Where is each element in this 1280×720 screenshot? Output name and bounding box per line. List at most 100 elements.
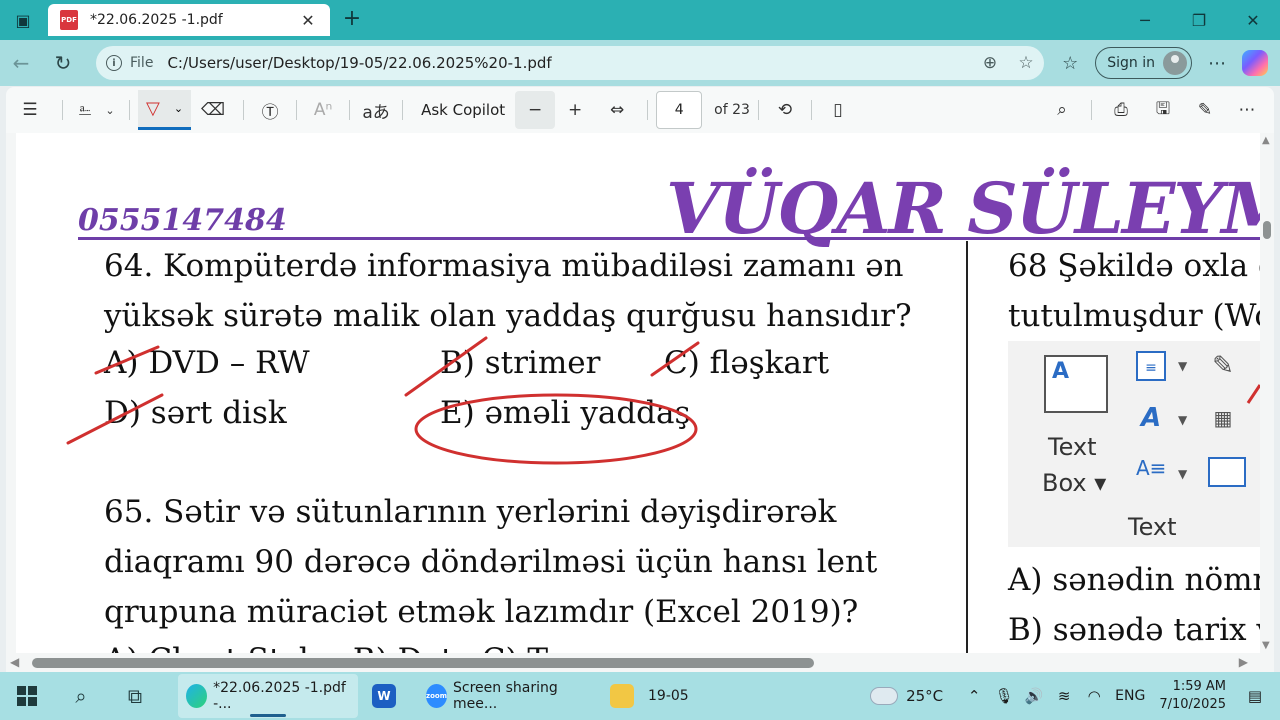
clock-date: 7/10/2025: [1159, 697, 1226, 712]
taskbar-app-zoom[interactable]: zoom Screen sharing mee...: [418, 674, 594, 718]
tab-close-icon[interactable]: ✕: [298, 11, 318, 30]
divider: [757, 100, 759, 120]
new-tab-icon[interactable]: +: [338, 6, 366, 34]
divider: [62, 100, 63, 120]
date-time-icon: ▦: [1213, 406, 1233, 430]
tab-title: *22.06.2025 -1.pdf: [90, 12, 223, 28]
url-field[interactable]: i File C:/Users/user/Desktop/19-05/22.06…: [96, 46, 1044, 80]
pdf-icon: PDF: [60, 10, 78, 30]
page-number-input[interactable]: 4: [656, 91, 703, 129]
pdf-page: VÜQAR SÜLEYM 0555147484 64. Kompüterdə i…: [16, 133, 1260, 653]
speaker-icon[interactable]: 🔊: [1019, 687, 1049, 705]
tab-pdf[interactable]: PDF *22.06.2025 -1.pdf ✕: [48, 4, 330, 36]
sign-in-label: Sign in: [1107, 55, 1155, 71]
object-icon: [1208, 457, 1246, 487]
fit-width-icon[interactable]: ⇔: [595, 87, 639, 133]
scroll-right-icon[interactable]: ▶: [1239, 655, 1248, 669]
copilot-icon[interactable]: [1242, 50, 1268, 76]
window-controls: ─ ❐ ✕: [1118, 0, 1280, 40]
vertical-scrollbar[interactable]: ▲ ▼: [1260, 133, 1274, 653]
site-info[interactable]: i File: [106, 55, 153, 71]
q64-option-b: B) strimer: [440, 345, 601, 381]
chevron-up-icon[interactable]: ⌃: [959, 687, 989, 705]
weather-widget[interactable]: 25°C: [870, 687, 943, 705]
favorites-icon[interactable]: ☆: [1051, 53, 1089, 74]
network-icon[interactable]: ≋: [1049, 687, 1079, 705]
screen: ▣ PDF *22.06.2025 -1.pdf ✕ + ─ ❐ ✕ ← ↻ i…: [0, 0, 1280, 720]
contents-icon[interactable]: ☰: [6, 87, 54, 133]
zoom-in-icon[interactable]: +: [555, 87, 595, 133]
url-text: C:/Users/user/Desktop/19-05/22.06.2025%2…: [167, 54, 552, 72]
taskbar-app-word[interactable]: W: [364, 674, 412, 718]
avatar-icon: [1163, 51, 1187, 75]
favorite-star-icon[interactable]: ☆: [1008, 53, 1044, 73]
title-bar: ▣ PDF *22.06.2025 -1.pdf ✕ + ─ ❐ ✕: [0, 0, 1280, 40]
q65-line2: diaqramı 90 dərəcə döndərilməsi üçün han…: [104, 544, 878, 580]
q68-option-b: B) sənədə tarix v: [1008, 612, 1260, 648]
clock[interactable]: 1:59 AM 7/10/2025: [1159, 678, 1226, 714]
highlight-icon[interactable]: ⎁: [71, 87, 99, 133]
ask-copilot-button[interactable]: Ask Copilot: [411, 87, 515, 133]
close-icon[interactable]: ✕: [1226, 0, 1280, 40]
q64-option-c: C) fləşkart: [664, 345, 830, 381]
minimize-icon[interactable]: ─: [1118, 0, 1172, 40]
taskbar-app-folder[interactable]: 19-05: [602, 674, 762, 718]
settings-more-icon[interactable]: ⋯: [1226, 87, 1268, 133]
q64-option-e: E) əməli yaddaş: [440, 395, 691, 431]
add-text-icon[interactable]: Ⓣ: [252, 87, 288, 133]
caret-icon: ▼: [1178, 413, 1188, 427]
more-icon[interactable]: ⋯: [1198, 53, 1236, 74]
word-icon: W: [372, 684, 396, 708]
quick-parts-icon: ≡: [1136, 351, 1166, 381]
system-tray: 25°C ⌃ 🎙 🔊 ≋ ◠ ENG 1:59 AM 7/10/2025 ▤: [870, 672, 1280, 720]
q65-line3: qrupuna müraciət etmək lazımdır (Excel 2…: [104, 594, 859, 630]
cloud-icon: [870, 687, 899, 705]
refresh-icon[interactable]: ↻: [42, 40, 84, 86]
edge-icon: [186, 684, 208, 708]
back-icon[interactable]: ←: [0, 40, 42, 86]
search-icon[interactable]: ⌕: [1041, 87, 1083, 133]
restore-icon[interactable]: ❐: [1172, 0, 1226, 40]
scroll-left-icon[interactable]: ◀: [10, 655, 19, 669]
divider: [243, 100, 245, 120]
scroll-up-icon[interactable]: ▲: [1262, 135, 1270, 146]
tab-actions-icon[interactable]: ▣: [0, 0, 46, 40]
taskbar-app-label: Screen sharing mee...: [453, 680, 558, 712]
draw-button[interactable]: ▽ ⌄: [138, 90, 192, 130]
divider: [402, 100, 404, 120]
task-view-icon[interactable]: ⧉: [108, 672, 162, 720]
search-taskbar-icon[interactable]: ⌕: [54, 672, 108, 720]
zoom-icon[interactable]: ⊕: [972, 53, 1008, 73]
wifi-icon[interactable]: ◠: [1079, 687, 1109, 705]
microphone-icon[interactable]: 🎙: [989, 687, 1019, 705]
eraser-icon[interactable]: ⌫: [191, 87, 235, 133]
save-as-icon[interactable]: ✎: [1184, 87, 1226, 133]
rotate-icon[interactable]: ⟲: [767, 87, 803, 133]
start-button[interactable]: [0, 672, 54, 720]
draw-dropdown-icon[interactable]: ⌄: [174, 102, 183, 115]
horizontal-scroll-thumb[interactable]: [32, 658, 814, 668]
horizontal-scrollbar[interactable]: ◀ ▶: [6, 653, 1274, 672]
taskbar-app-label: 19-05: [648, 688, 689, 704]
caret-icon: ▼: [1178, 467, 1188, 481]
print-icon[interactable]: ⎙: [1100, 87, 1142, 133]
column-divider: [966, 241, 968, 653]
save-icon[interactable]: 🖫: [1142, 87, 1184, 133]
vertical-scroll-thumb[interactable]: [1263, 221, 1271, 239]
windows-icon: [17, 686, 37, 706]
language-indicator[interactable]: ENG: [1115, 688, 1145, 704]
zoom-out-icon[interactable]: −: [515, 91, 556, 129]
taskbar-app-label: *22.06.2025 -1.pdf -...: [213, 680, 346, 712]
scroll-down-icon[interactable]: ▼: [1262, 640, 1270, 651]
document-viewer[interactable]: VÜQAR SÜLEYM 0555147484 64. Kompüterdə i…: [6, 133, 1274, 672]
info-icon: i: [106, 55, 122, 71]
notifications-icon[interactable]: ▤: [1240, 687, 1270, 705]
highlight-dropdown-icon[interactable]: ⌄: [99, 87, 121, 133]
read-aloud-icon[interactable]: Aⁿ: [305, 87, 341, 133]
q64-option-d: D) sərt disk: [104, 395, 287, 431]
translate-icon[interactable]: aあ: [358, 87, 394, 133]
sign-in-button[interactable]: Sign in: [1095, 47, 1192, 79]
page-view-icon[interactable]: ▯: [820, 87, 856, 133]
page-count: of 23: [714, 102, 750, 118]
taskbar-app-edge[interactable]: *22.06.2025 -1.pdf -...: [178, 674, 358, 718]
